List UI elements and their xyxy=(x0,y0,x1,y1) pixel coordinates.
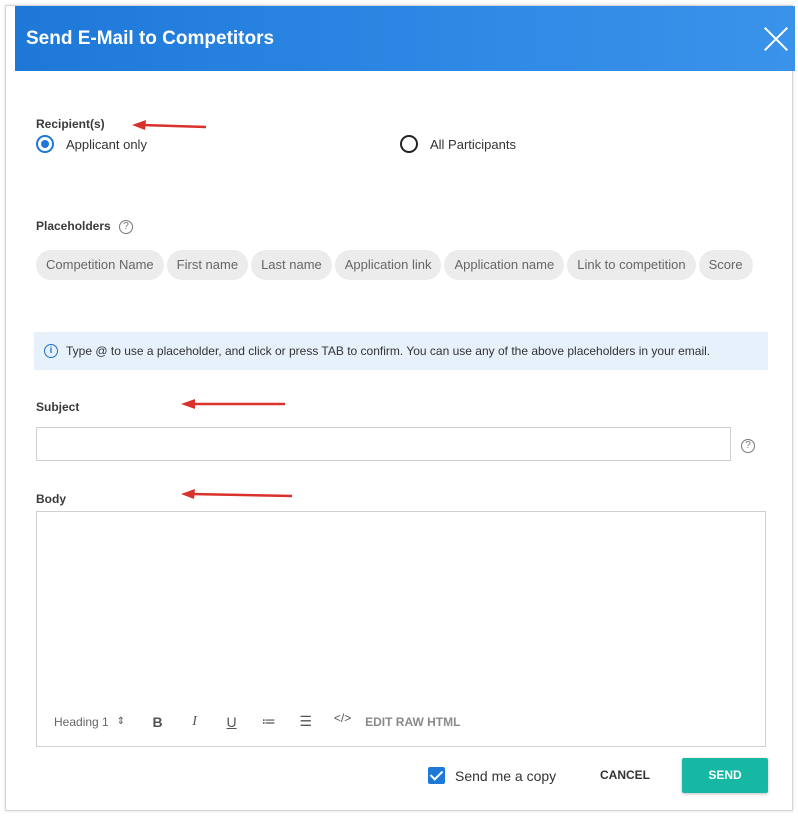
radio-label: Applicant only xyxy=(66,136,147,152)
cancel-button[interactable]: CANCEL xyxy=(581,759,669,791)
info-icon: i xyxy=(44,344,58,358)
body-editor[interactable]: Heading 1 ⇕ B I U ≔ ☰ </> EDIT RAW HTML xyxy=(36,511,766,747)
chip-competition-name[interactable]: Competition Name xyxy=(36,250,164,280)
subject-label: Subject xyxy=(36,400,80,414)
radio-unchecked-icon xyxy=(400,135,418,153)
underline-button[interactable]: U xyxy=(213,714,250,730)
dialog-title: Send E-Mail to Competitors xyxy=(26,28,275,49)
editor-toolbar: Heading 1 ⇕ B I U ≔ ☰ </> EDIT RAW HTML xyxy=(54,711,460,730)
dialog-header: Send E-Mail to Competitors xyxy=(15,6,795,71)
bullet-list-button[interactable]: ☰ xyxy=(287,713,324,730)
send-copy-label: Send me a copy xyxy=(455,767,557,784)
bold-button[interactable]: B xyxy=(139,714,176,730)
radio-all-participants[interactable]: All Participants xyxy=(400,135,516,153)
radio-label: All Participants xyxy=(430,136,516,152)
placeholders-label: Placeholders ? xyxy=(36,219,134,234)
help-icon[interactable]: ? xyxy=(119,219,134,234)
placeholder-chips: Competition Name First name Last name Ap… xyxy=(36,250,756,280)
annotation-arrow-body xyxy=(181,489,293,499)
code-icon[interactable]: </> xyxy=(324,711,361,725)
subject-input[interactable] xyxy=(36,427,731,461)
heading-select-label: Heading 1 xyxy=(54,714,109,729)
heading-select[interactable]: Heading 1 ⇕ xyxy=(54,715,125,729)
checkbox-checked-icon xyxy=(428,767,445,784)
info-banner: i Type @ to use a placeholder, and click… xyxy=(34,332,768,370)
send-copy-checkbox[interactable]: Send me a copy xyxy=(428,767,556,784)
annotation-arrow-recipients xyxy=(132,120,207,130)
radio-checked-icon xyxy=(36,135,54,153)
annotation-arrow-subject xyxy=(181,399,285,409)
placeholders-label-text: Placeholders xyxy=(36,219,111,233)
email-dialog: Send E-Mail to Competitors Recipient(s) … xyxy=(5,5,795,811)
recipients-label: Recipient(s) xyxy=(36,117,105,131)
info-text: Type @ to use a placeholder, and click o… xyxy=(66,344,711,358)
subject-help-icon[interactable]: ? xyxy=(741,439,755,453)
body-label: Body xyxy=(36,492,66,506)
edit-raw-html-button[interactable]: EDIT RAW HTML xyxy=(365,715,460,729)
chip-score[interactable]: Score xyxy=(698,250,753,280)
chip-last-name[interactable]: Last name xyxy=(251,250,332,280)
ordered-list-button[interactable]: ≔ xyxy=(250,713,287,730)
radio-applicant-only[interactable]: Applicant only xyxy=(36,135,147,153)
close-icon[interactable] xyxy=(763,26,789,52)
sort-arrows-icon: ⇕ xyxy=(116,716,126,727)
chip-application-link[interactable]: Application link xyxy=(334,250,442,280)
send-button[interactable]: SEND xyxy=(682,758,768,793)
chip-first-name[interactable]: First name xyxy=(166,250,249,280)
italic-button[interactable]: I xyxy=(176,714,213,730)
chip-link-to-competition[interactable]: Link to competition xyxy=(567,250,696,280)
chip-application-name[interactable]: Application name xyxy=(444,250,565,280)
